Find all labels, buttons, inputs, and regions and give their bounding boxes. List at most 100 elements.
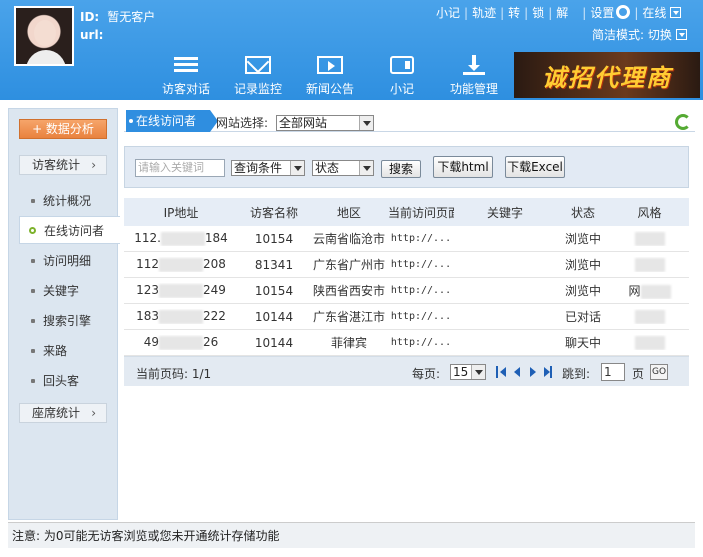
sidebar-item-label: 搜索引擎	[43, 314, 92, 328]
status-select[interactable]: 状态	[312, 160, 374, 176]
table-row[interactable]: 123 249 10154 陕西省西安市 http://... 浏览中 网	[124, 278, 689, 304]
nav-note[interactable]: 小记	[366, 54, 438, 97]
simple-mode-toggle[interactable]: 简洁模式: 切换	[592, 26, 687, 43]
per-page-value: 15	[453, 365, 469, 379]
sidebar-item-referrer[interactable]: 来路	[19, 337, 119, 365]
bullet-icon	[31, 259, 35, 263]
link-track[interactable]: 轨迹	[468, 4, 500, 21]
masked-style	[634, 257, 665, 272]
masked-style	[640, 284, 671, 299]
prev-page-icon[interactable]	[512, 366, 522, 378]
online-label: 在线	[642, 6, 667, 20]
site-select-label: 网站选择:	[216, 116, 269, 130]
settings-button[interactable]: 设置	[586, 4, 634, 21]
masked-style	[634, 309, 665, 324]
sidebar-item-keywords[interactable]: 关键字	[19, 277, 119, 305]
nav-record-monitor[interactable]: 记录监控	[222, 54, 294, 97]
current-page: 当前页码: 1/1	[136, 367, 212, 381]
status-value: 状态	[315, 161, 340, 175]
link-transfer[interactable]: 转	[504, 4, 524, 21]
chevron-right-icon: ›	[91, 406, 96, 420]
avatar[interactable]	[14, 6, 74, 66]
masked-ip	[159, 309, 203, 324]
sidebar-item-label: 统计概况	[43, 194, 92, 208]
download-excel-button[interactable]: 下载Excel	[505, 156, 565, 178]
bullet-icon	[31, 319, 35, 323]
search-button[interactable]: 搜索	[381, 160, 421, 178]
sidebar-item-returning[interactable]: 回头客	[19, 367, 119, 395]
agent-recruit-banner[interactable]: 诚招代理商	[514, 52, 700, 98]
ip-prefix: 123	[136, 283, 159, 298]
table-header: IP地址 访客名称 地区 当前访问页面 关键字 状态 风格	[124, 198, 689, 226]
condition-select[interactable]: 查询条件	[231, 160, 305, 176]
download-icon	[463, 55, 485, 75]
sidebar-item-label: 回头客	[43, 374, 80, 388]
masked-ip	[159, 257, 203, 272]
nav-news[interactable]: 新闻公告	[294, 54, 366, 97]
sidebar-item-online-visitors[interactable]: 在线访问者	[19, 216, 120, 244]
jump-page-input[interactable]: 1	[601, 363, 625, 381]
nav-function-manage[interactable]: 功能管理	[438, 54, 510, 97]
cell-region: 广东省湛江市	[312, 310, 385, 324]
chevron-down-icon	[670, 7, 682, 18]
bullet-icon	[29, 227, 36, 234]
link-note[interactable]: 小记	[432, 4, 464, 21]
cell-current-page: http://...	[390, 233, 452, 244]
cell-status: 已对话	[564, 310, 601, 324]
col-style: 风格	[637, 205, 662, 220]
link-lock[interactable]: 锁	[528, 4, 548, 21]
footer-note: 注意: 为0可能无访客浏览或您未开通统计存储功能	[8, 522, 695, 548]
tab-online-visitors[interactable]: 在线访问者	[126, 110, 218, 132]
col-keyword: 关键字	[486, 205, 523, 220]
visitor-stats-group[interactable]: 访客统计 ›	[19, 155, 107, 175]
sidebar-item-overview[interactable]: 统计概况	[19, 187, 119, 215]
group-label: 访客统计	[32, 158, 81, 172]
go-button[interactable]: GO	[650, 364, 668, 380]
table-row[interactable]: 49 26 10144 菲律宾 http://... 聊天中	[124, 330, 689, 356]
cell-region: 云南省临沧市	[312, 232, 385, 246]
refresh-icon[interactable]	[675, 114, 691, 130]
masked-ip	[159, 283, 203, 298]
cell-current-page: http://...	[390, 337, 452, 348]
site-select[interactable]: 全部网站	[276, 115, 374, 131]
cell-style: 网	[610, 282, 689, 299]
bullet-icon	[31, 289, 35, 293]
style-value: 网	[628, 284, 641, 298]
ip-prefix: 49	[143, 335, 159, 350]
ip-suffix: 249	[203, 283, 226, 298]
online-status-dropdown[interactable]: 在线	[638, 4, 685, 21]
ip-suffix: 222	[203, 309, 226, 324]
sidebar-item-label: 在线访问者	[44, 224, 105, 238]
cell-region: 广东省广州市	[312, 258, 385, 272]
per-page-label: 每页:	[412, 367, 441, 381]
per-page-select[interactable]: 15	[450, 364, 486, 380]
download-html-button[interactable]: 下载html	[433, 156, 493, 178]
ip-suffix: 208	[203, 257, 226, 272]
table-row[interactable]: 112. 184 10154 云南省临沧市 http://... 浏览中	[124, 226, 689, 252]
bullet-icon	[31, 379, 35, 383]
data-analysis-button[interactable]: + 数据分析	[19, 119, 107, 139]
cell-region: 陕西省西安市	[312, 284, 385, 298]
group-label: 座席统计	[32, 406, 81, 420]
id-value: 暂无客户	[107, 10, 156, 24]
cell-ip: 112 208	[124, 257, 238, 272]
chevron-right-icon: ›	[91, 158, 96, 172]
sidebar-item-search-engine[interactable]: 搜索引擎	[19, 307, 119, 335]
tab-bar: 在线访问者 网站选择: 全部网站	[124, 108, 695, 132]
sidebar-item-visit-detail[interactable]: 访问明细	[19, 247, 119, 275]
table-row[interactable]: 112 208 81341 广东省广州市 http://... 浏览中	[124, 252, 689, 278]
nav-visitor-chat[interactable]: 访客对话	[150, 54, 222, 97]
next-page-icon[interactable]	[528, 366, 538, 378]
cell-style	[610, 257, 689, 272]
chevron-down-icon	[359, 161, 373, 175]
seat-stats-group[interactable]: 座席统计 ›	[19, 403, 107, 423]
visitor-table: IP地址 访客名称 地区 当前访问页面 关键字 状态 风格 112. 184 101…	[124, 198, 689, 386]
id-label: ID:	[80, 10, 100, 24]
ip-suffix: 184	[204, 231, 228, 246]
table-row[interactable]: 183 222 10144 广东省湛江市 http://... 已对话	[124, 304, 689, 330]
last-page-icon[interactable]	[542, 366, 552, 378]
first-page-icon[interactable]	[496, 366, 506, 378]
link-unlock[interactable]: 解	[552, 4, 572, 21]
sidebar-item-label: 访问明细	[43, 254, 92, 268]
keyword-input[interactable]: 请输入关键词	[135, 159, 225, 177]
